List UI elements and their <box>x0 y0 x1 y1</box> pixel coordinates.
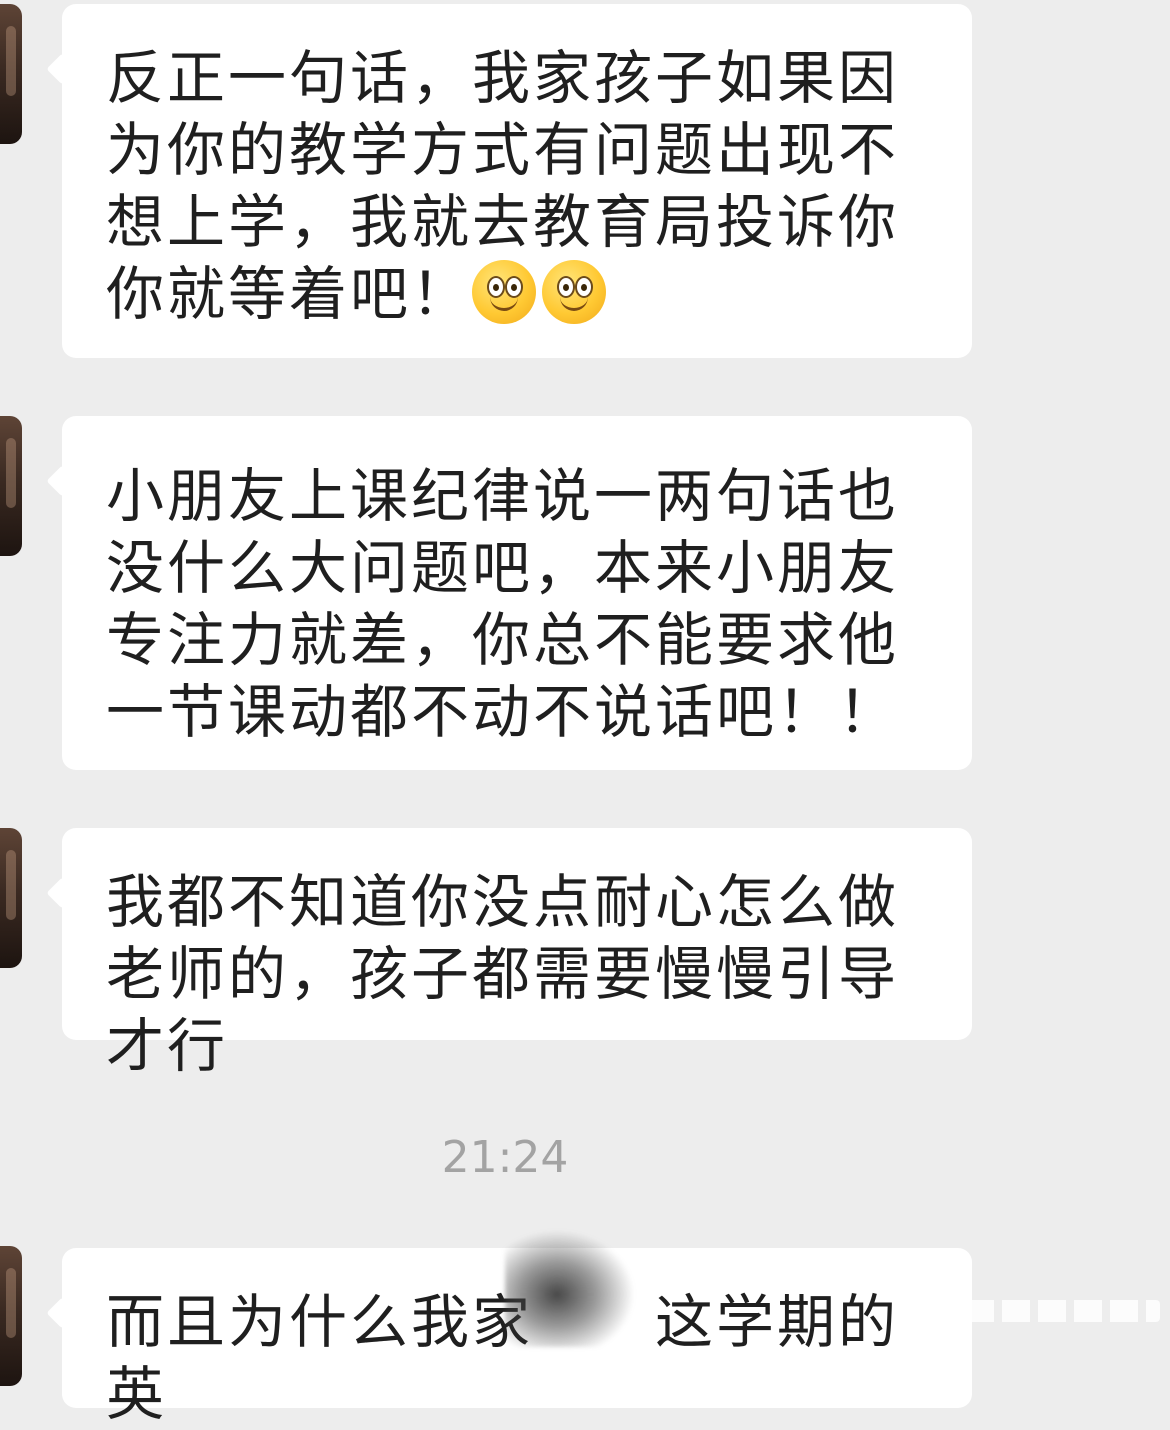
smile-emoji-icon <box>472 260 537 324</box>
message-text: 反正一句话，我家孩子如果因为你的教学方式有问题出现不想上学，我就去教育局投诉你你… <box>106 44 900 328</box>
chat-thread: 反正一句话，我家孩子如果因为你的教学方式有问题出现不想上学，我就去教育局投诉你你… <box>0 0 1170 1428</box>
message-bubble[interactable]: 小朋友上课纪律说一两句话也没什么大问题吧，本来小朋友专注力就差，你总不能要求他一… <box>62 416 972 770</box>
sender-avatar[interactable] <box>0 4 22 144</box>
sender-avatar[interactable] <box>0 416 22 556</box>
message-bubble[interactable]: 我都不知道你没点耐心怎么做老师的，孩子都需要慢慢引导才行 <box>62 828 972 1080</box>
message-text: 小朋友上课纪律说一两句话也没什么大问题吧，本来小朋友专注力就差，你总不能要求他一… <box>106 462 900 746</box>
redaction-smudge <box>505 1230 635 1347</box>
message-timestamp: 21:24 <box>441 1132 569 1183</box>
watermark <box>930 1300 1160 1322</box>
sender-avatar[interactable] <box>0 828 22 968</box>
sender-avatar[interactable] <box>0 1246 22 1386</box>
message-text: 我都不知道你没点耐心怎么做老师的，孩子都需要慢慢引导才行 <box>106 868 900 1080</box>
smile-emoji-icon <box>542 260 607 324</box>
message-bubble[interactable]: 反正一句话，我家孩子如果因为你的教学方式有问题出现不想上学，我就去教育局投诉你你… <box>62 4 972 358</box>
